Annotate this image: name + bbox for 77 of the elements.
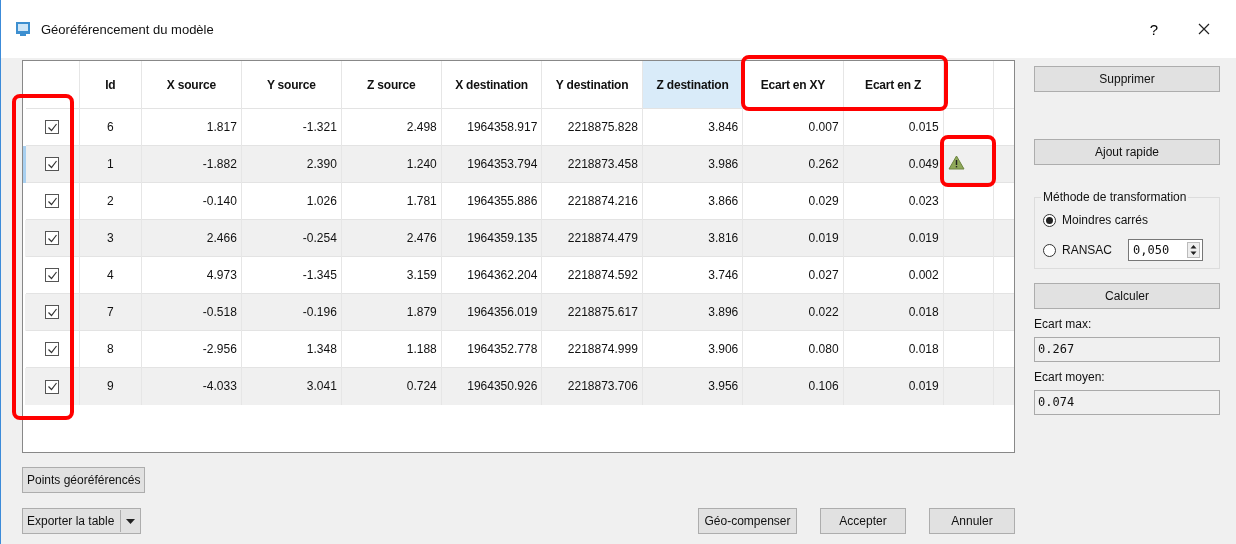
dialog-button[interactable]: Annuler xyxy=(929,508,1015,534)
quick-add-button[interactable]: Ajout rapide xyxy=(1034,139,1220,165)
table-cell: 3.986 xyxy=(642,145,743,183)
compute-button[interactable]: Calculer xyxy=(1034,283,1220,309)
column-header[interactable]: Ecart en XY xyxy=(742,61,844,109)
table-cell: -0.196 xyxy=(241,293,342,331)
mean-deviation-field: 0.074 xyxy=(1034,390,1220,415)
app-icon xyxy=(15,21,31,37)
column-header[interactable]: Ecart en Z xyxy=(843,61,944,109)
close-icon xyxy=(1198,23,1210,35)
table-cell: 3.956 xyxy=(642,367,743,405)
dialog-button[interactable]: Géo-compenser xyxy=(698,508,797,534)
table-cell: -1.882 xyxy=(141,145,242,183)
table-cell: -0.518 xyxy=(141,293,242,331)
table-cell: 9 xyxy=(79,367,142,405)
dropdown-caret-icon[interactable] xyxy=(126,518,136,524)
table-cell: 1964353.794 xyxy=(441,145,542,183)
table-cell: -0.254 xyxy=(241,219,342,257)
table-cell: 0.724 xyxy=(341,367,442,405)
row-checkbox[interactable] xyxy=(45,342,60,357)
table-cell: 2.466 xyxy=(141,219,242,257)
row-checkbox[interactable] xyxy=(45,268,60,283)
table-cell: 1964356.019 xyxy=(441,293,542,331)
table-cell: 2218874.479 xyxy=(541,219,643,257)
delete-button[interactable]: Supprimer xyxy=(1034,66,1220,92)
table-cell: 0.262 xyxy=(742,145,844,183)
window-title: Géoréférencement du modèle xyxy=(41,21,214,37)
table-cell: 1 xyxy=(79,145,142,183)
table-cell: 0.019 xyxy=(843,219,944,257)
radio-button[interactable] xyxy=(1043,243,1056,257)
ransac-spinbox[interactable]: 0,050 xyxy=(1128,239,1203,261)
column-header[interactable]: Y destination xyxy=(541,61,643,109)
row-checkbox[interactable] xyxy=(45,379,60,394)
table-cell: 2.476 xyxy=(341,219,442,257)
column-header[interactable]: Z source xyxy=(341,61,442,109)
max-deviation-field: 0.267 xyxy=(1034,337,1220,362)
georeferenced-points-button[interactable]: Points géoréférencés xyxy=(22,467,146,493)
radio-button[interactable] xyxy=(1043,213,1056,227)
radio-label[interactable]: Moindres carrés xyxy=(1062,213,1149,227)
column-header[interactable]: X destination xyxy=(441,61,542,109)
row-checkbox[interactable] xyxy=(45,120,60,135)
table-cell: 1964350.926 xyxy=(441,367,542,405)
table-cell: -4.033 xyxy=(141,367,242,405)
field-label: Ecart max: xyxy=(1034,317,1093,331)
row-checkbox[interactable] xyxy=(45,157,60,172)
table-cell: 0.019 xyxy=(843,367,944,405)
column-header[interactable]: Y source xyxy=(241,61,342,109)
table-cell: 0.019 xyxy=(742,219,844,257)
table-cell: 3 xyxy=(79,219,142,257)
highlight-frame xyxy=(940,135,996,187)
table-cell: 2218873.458 xyxy=(541,145,643,183)
column-header[interactable]: Id xyxy=(79,61,142,109)
table-cell: 0.018 xyxy=(843,293,944,331)
table-cell: 7 xyxy=(79,293,142,331)
group-title: Méthode de transformation xyxy=(1041,190,1189,204)
spin-arrows-icon[interactable] xyxy=(1187,242,1200,258)
table-cell: 3.041 xyxy=(241,367,342,405)
column-header[interactable]: Z destination xyxy=(642,61,743,109)
help-button[interactable]: ? xyxy=(1134,14,1174,44)
table-cell: 1.240 xyxy=(341,145,442,183)
radio-label[interactable]: RANSAC xyxy=(1062,243,1112,257)
table-cell: 3.896 xyxy=(642,293,743,331)
table-cell: 2218873.706 xyxy=(541,367,643,405)
row-checkbox[interactable] xyxy=(45,231,60,246)
export-button[interactable]: Exporter la table xyxy=(22,508,142,534)
dialog-button[interactable]: Accepter xyxy=(820,508,906,534)
row-checkbox[interactable] xyxy=(45,194,60,209)
table-cell: 0.022 xyxy=(742,293,844,331)
table-cell: 1.879 xyxy=(341,293,442,331)
field-label: Ecart moyen: xyxy=(1034,370,1106,384)
table-cell: 2218875.617 xyxy=(541,293,643,331)
table-cell: 0.106 xyxy=(742,367,844,405)
row-checkbox[interactable] xyxy=(45,305,60,320)
table-cell: 1964359.135 xyxy=(441,219,542,257)
table-cell: 2.390 xyxy=(241,145,342,183)
column-header[interactable]: X source xyxy=(141,61,242,109)
table-cell: 3.816 xyxy=(642,219,743,257)
